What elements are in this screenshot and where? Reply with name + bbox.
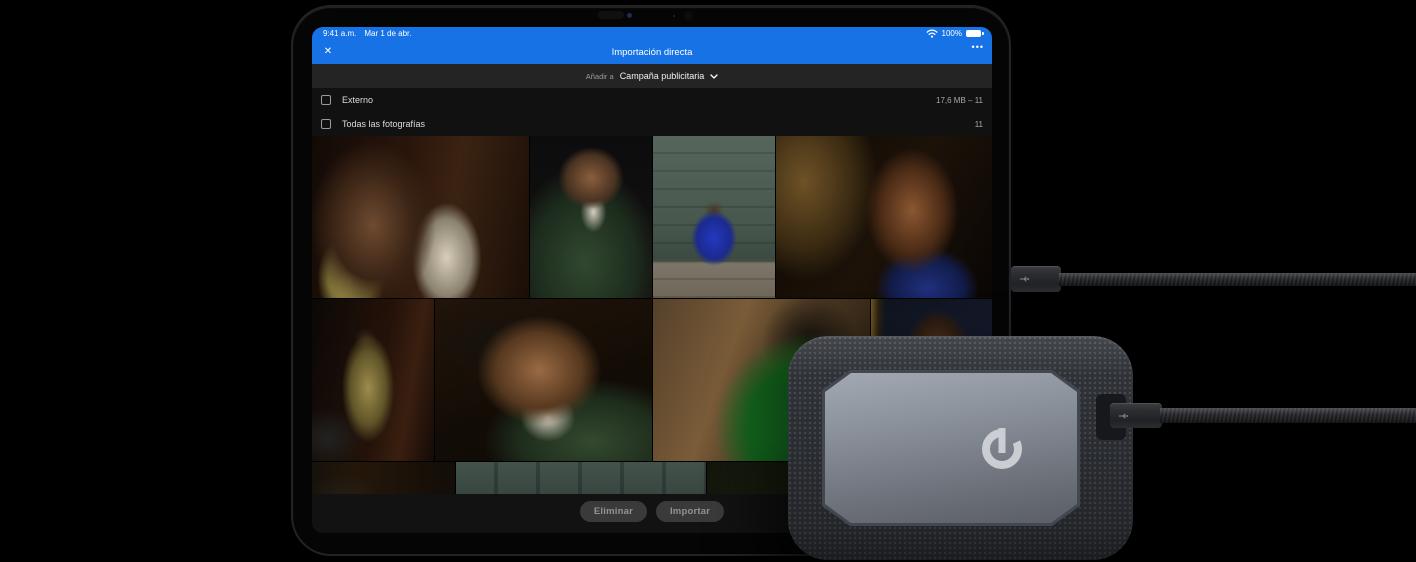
battery-icon xyxy=(966,30,984,37)
usb-logo-icon xyxy=(1118,413,1129,418)
page-title: Importación directa xyxy=(611,46,693,58)
photo-thumbnail[interactable] xyxy=(653,136,775,298)
add-to-label: Añadir a xyxy=(585,71,614,81)
photo-thumbnail[interactable] xyxy=(776,136,992,298)
delete-button[interactable]: Eliminar xyxy=(579,501,647,522)
usb-connector xyxy=(1110,403,1162,428)
drive-plate xyxy=(822,370,1080,526)
g-drive-ssd xyxy=(788,336,1133,560)
source-row-todas[interactable]: Todas las fotografías 11 xyxy=(312,112,992,136)
source-label: Todas las fotografías xyxy=(342,119,426,129)
usb-connector xyxy=(1011,266,1061,292)
source-count: 11 xyxy=(974,119,983,129)
status-bar: 9:41 a.m. Mar 1 de abr. 100% xyxy=(312,27,992,40)
close-button[interactable]: ✕ xyxy=(320,43,336,59)
photo-thumbnail[interactable] xyxy=(530,136,652,298)
sensor-dot-icon xyxy=(673,15,675,17)
usb-cable xyxy=(1160,408,1416,423)
usb-logo-icon xyxy=(1019,276,1030,282)
front-camera-lens-icon xyxy=(627,13,632,18)
usb-cable xyxy=(1059,273,1416,286)
checkbox-todas[interactable] xyxy=(321,119,331,129)
chevron-down-icon[interactable] xyxy=(710,74,718,79)
battery-percent-label: 100% xyxy=(941,29,962,38)
sensor-ring-icon xyxy=(684,11,693,20)
photo-thumbnail[interactable] xyxy=(312,136,529,298)
time-label: 9:41 a.m. xyxy=(323,29,357,38)
photo-thumbnail[interactable] xyxy=(312,462,455,494)
front-camera-pill-icon xyxy=(598,11,624,19)
g-drive-logo-icon xyxy=(982,428,1022,469)
add-to-bar: Añadir a Campaña publicitaria xyxy=(312,64,992,88)
title-bar: ✕ Importación directa ••• xyxy=(312,40,992,64)
collection-selector[interactable]: Campaña publicitaria xyxy=(620,71,705,81)
source-count: 17,6 MB – 11 xyxy=(936,95,983,105)
date-label: Mar 1 de abr. xyxy=(364,29,412,38)
checkbox-externo[interactable] xyxy=(321,95,331,105)
more-options-button[interactable]: ••• xyxy=(972,42,984,52)
import-button[interactable]: Importar xyxy=(655,501,725,522)
photo-thumbnail[interactable] xyxy=(435,299,652,461)
photo-thumbnail[interactable] xyxy=(456,462,706,494)
source-label: Externo xyxy=(342,95,374,105)
wifi-icon xyxy=(926,29,937,38)
scene: 9:41 a.m. Mar 1 de abr. 100% ✕ Importaci… xyxy=(0,0,1416,562)
source-row-externo[interactable]: Externo 17,6 MB – 11 xyxy=(312,88,992,112)
photo-thumbnail[interactable] xyxy=(312,299,434,461)
